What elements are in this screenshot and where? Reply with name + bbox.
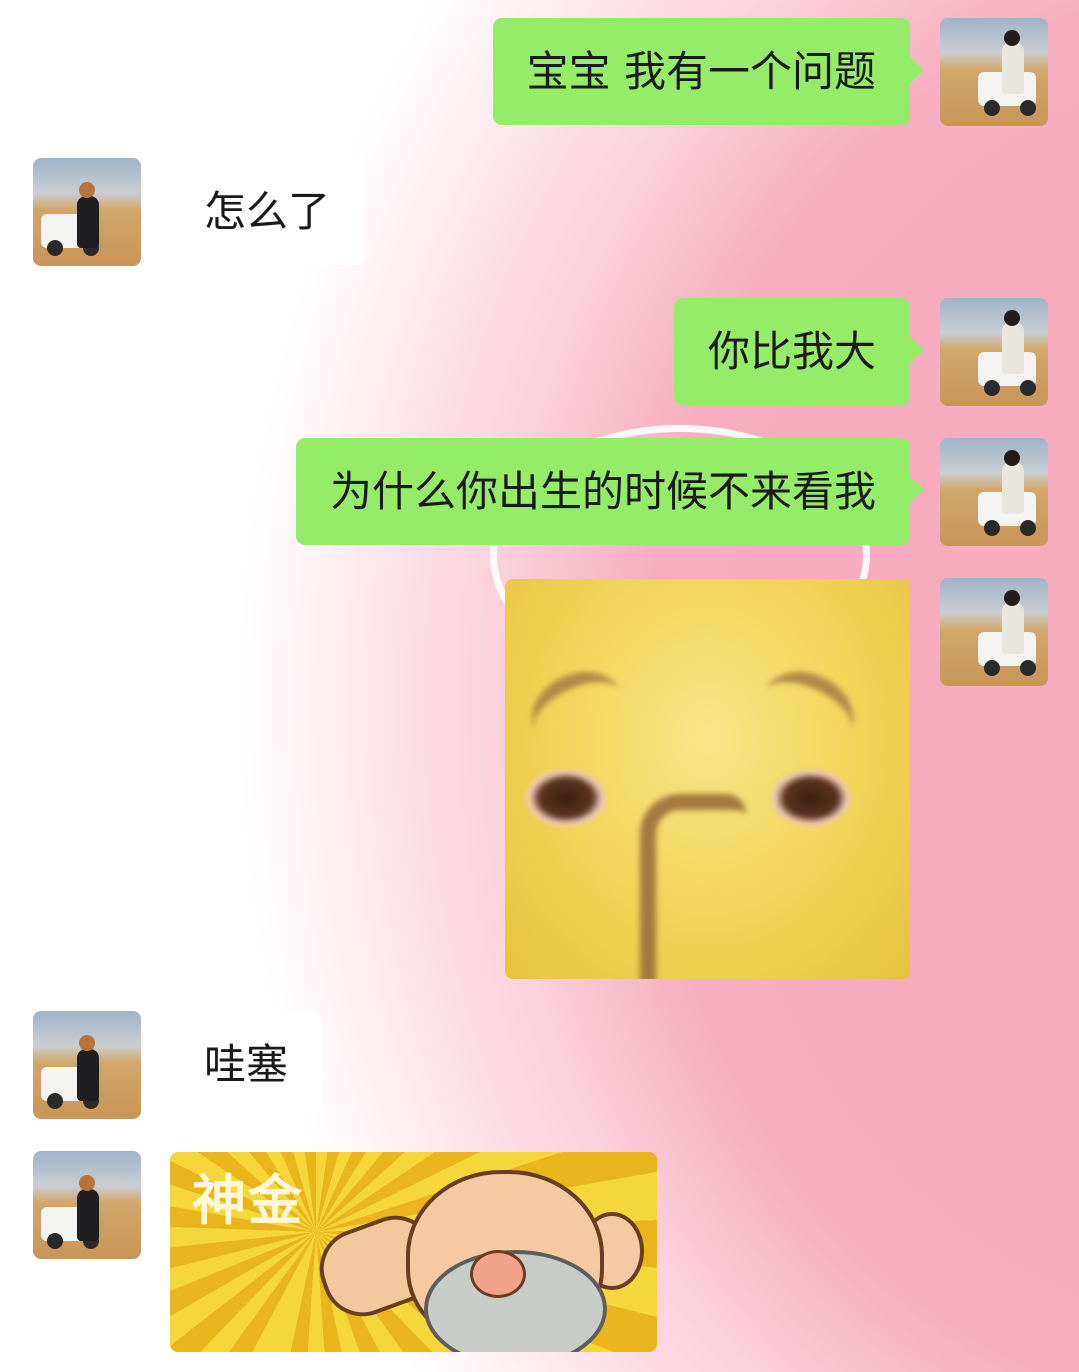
message-bubble-sent[interactable]: 你比我大 bbox=[673, 298, 925, 405]
pleading-face-sticker[interactable] bbox=[505, 579, 910, 979]
message-bubble-received[interactable]: 哇塞 bbox=[155, 1011, 323, 1118]
message-bubble-sent[interactable]: 为什么你出生的时候不来看我 bbox=[295, 438, 925, 545]
god-of-wealth-sticker[interactable]: 神金 bbox=[170, 1152, 657, 1352]
my-avatar[interactable] bbox=[940, 298, 1048, 406]
contact-avatar[interactable] bbox=[33, 158, 141, 266]
contact-avatar[interactable] bbox=[33, 1011, 141, 1119]
my-avatar[interactable] bbox=[940, 438, 1048, 546]
contact-avatar[interactable] bbox=[33, 1151, 141, 1259]
message-bubble-sent[interactable]: 宝宝 我有一个问题 bbox=[492, 18, 925, 125]
sticker-caption: 神金 bbox=[192, 1169, 304, 1232]
my-avatar[interactable] bbox=[940, 578, 1048, 686]
message-bubble-received[interactable]: 怎么了 bbox=[155, 158, 365, 265]
my-avatar[interactable] bbox=[940, 18, 1048, 126]
